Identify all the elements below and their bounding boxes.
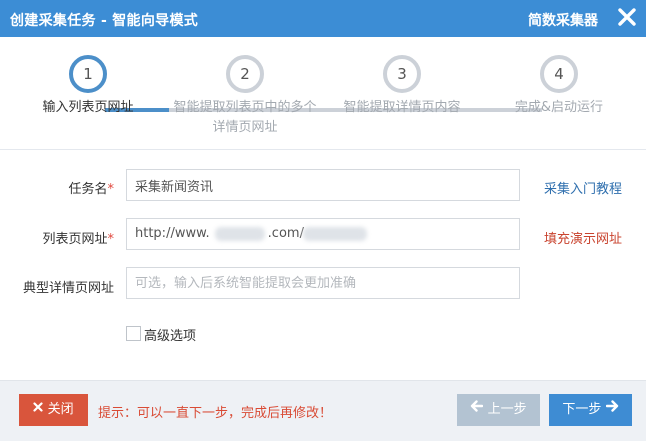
step-3-label: 智能提取详情页内容 — [343, 100, 461, 115]
brand-name: 简数采集器 — [528, 13, 598, 29]
task-name-input[interactable] — [126, 169, 520, 201]
list-url-prefix: http://www. — [135, 226, 210, 241]
list-url-mid: .com/ — [267, 226, 304, 241]
next-step-button[interactable]: 下一步 — [549, 394, 632, 426]
fill-demo-url-link[interactable]: 填充演示网址 — [544, 228, 622, 247]
step-4-circle: 4 — [540, 55, 578, 93]
close-button[interactable]: 关闭 — [19, 394, 88, 426]
next-step-label: 下一步 — [562, 402, 602, 417]
advanced-options-label[interactable]: 高级选项 — [144, 325, 196, 344]
list-url-label-text: 列表页网址 — [42, 232, 108, 247]
detail-url-label: 典型详情页网址 — [22, 281, 114, 296]
tutorial-link[interactable]: 采集入门教程 — [544, 178, 622, 197]
window-title: 创建采集任务 - 智能向导模式 — [10, 13, 199, 29]
close-button-label: 关闭 — [47, 402, 74, 417]
step-2-label-line2: 详情页网址 — [212, 120, 278, 135]
task-name-label: 任务名* — [40, 178, 114, 197]
close-icon[interactable] — [616, 6, 638, 28]
list-url-label: 列表页网址* — [10, 228, 114, 247]
wizard-stepper: 1 2 3 4 输入列表页网址 智能提取列表页中的多个 详情页网址 智能提取详情… — [0, 37, 646, 150]
previous-step-label: 上一步 — [487, 402, 527, 417]
hint-text: 提示：可以一直下一步，完成后再修改！ — [98, 406, 333, 421]
step-1-label: 输入列表页网址 — [42, 100, 134, 115]
step-1-circle: 1 — [69, 55, 107, 93]
footer-bar: 关闭 提示：可以一直下一步，完成后再修改！ 上一步 下一步 — [0, 380, 646, 441]
advanced-options-checkbox[interactable] — [126, 326, 141, 341]
x-icon — [33, 393, 44, 425]
step-4-label: 完成&启动运行 — [514, 100, 604, 115]
step-2-label: 智能提取列表页中的多个 详情页网址 — [160, 98, 330, 138]
window-titlebar: 创建采集任务 - 智能向导模式 简数采集器 — [0, 0, 646, 37]
detail-url-input[interactable] — [126, 267, 520, 299]
step-2-circle: 2 — [226, 55, 264, 93]
required-mark: * — [107, 232, 115, 247]
required-mark: * — [107, 182, 115, 197]
task-name-label-text: 任务名 — [68, 182, 108, 197]
redacted-path — [303, 227, 367, 241]
redacted-domain — [215, 227, 265, 241]
arrow-right-icon — [605, 393, 619, 425]
arrow-left-icon — [470, 393, 484, 425]
step-3-circle: 3 — [383, 55, 421, 93]
step-2-label-line1: 智能提取列表页中的多个 — [173, 100, 317, 115]
previous-step-button[interactable]: 上一步 — [457, 394, 540, 426]
